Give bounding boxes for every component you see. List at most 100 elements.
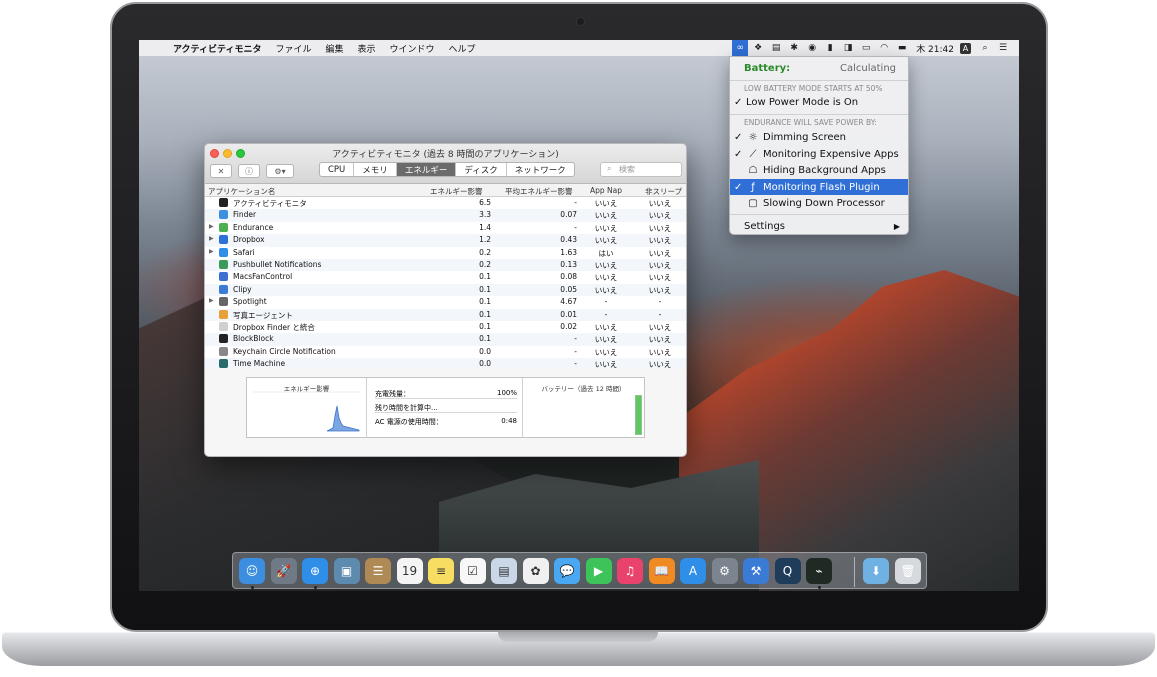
tab-network[interactable]: ネットワーク	[507, 163, 574, 176]
dimming-screen-item[interactable]: ✓ ☼ Dimming Screen	[730, 129, 908, 145]
cell-sleep: いいえ	[648, 199, 672, 208]
preview2-dock-icon[interactable]: ▤	[491, 558, 517, 584]
safari-dock-icon[interactable]: ⊕	[302, 558, 328, 584]
table-row[interactable]: ▶ Spotlight 0.1 4.67 - -	[205, 296, 686, 308]
remaining-label: 残り時間を計算中...	[375, 404, 438, 412]
chart-icon: ⟋	[749, 148, 757, 160]
inspect-process-button[interactable]: ⓘ	[238, 164, 260, 178]
table-row[interactable]: ▶ Dropbox 1.2 0.43 いいえ いいえ	[205, 234, 686, 247]
flash-icon: ƒ	[751, 181, 755, 193]
system-preferences-dock-icon[interactable]: ⚙	[711, 558, 738, 584]
contacts-dock-icon[interactable]: ☰	[365, 558, 391, 584]
column-header-app-name[interactable]: アプリケーション名	[208, 186, 275, 197]
table-row[interactable]: Pushbullet Notifications 0.2 0.13 いいえ いいえ	[205, 259, 686, 272]
app-menu-name[interactable]: アクティビティモニタ	[173, 42, 261, 55]
cell-sleep: いいえ	[648, 273, 672, 283]
menu-help[interactable]: ヘルプ	[449, 42, 476, 55]
menu-window[interactable]: ウインドウ	[390, 42, 435, 55]
cell-impact: 0.2	[479, 247, 491, 257]
search-input[interactable]: ⌕ 検索	[600, 162, 682, 177]
stop-process-button[interactable]: ✕	[210, 164, 232, 178]
action-menu-button[interactable]: ⚙▾	[266, 164, 294, 178]
search-status-icon[interactable]: ⌕	[977, 40, 993, 56]
fan-status-icon[interactable]: ✱	[786, 40, 802, 56]
column-header-avg-energy-impact[interactable]: 平均エネルギー影響	[505, 186, 573, 197]
ibooks-dock-icon[interactable]: 📖	[648, 558, 675, 584]
cell-avg: -	[574, 359, 577, 369]
table-row[interactable]: Dropbox Finder と統合 0.1 0.02 いいえ いいえ	[205, 321, 686, 333]
table-row[interactable]: BlockBlock 0.1 - いいえ いいえ	[205, 333, 686, 346]
dropbox-status-icon[interactable]: ❖	[750, 40, 766, 56]
blockblock-status-icon[interactable]: ◉	[804, 40, 820, 56]
wifi-status-icon[interactable]: ◠	[876, 40, 892, 56]
energy-summary-panel: エネルギー影響 充電残量： 100% 残り時間を計算中... AC 電源の使用時…	[246, 377, 645, 438]
messages-dock-icon[interactable]: 💬	[554, 558, 580, 584]
reminders-dock-icon[interactable]: ☑	[459, 558, 486, 584]
disclosure-triangle-icon[interactable]: ▶	[209, 235, 214, 242]
table-row[interactable]: 写真エージェント 0.1 0.01 - -	[205, 308, 686, 321]
column-header-prevent-sleep[interactable]: 非スリープ	[645, 186, 682, 197]
tab-disk[interactable]: ディスク	[456, 163, 507, 176]
tab-memory[interactable]: メモリ	[354, 163, 397, 176]
app-icon	[219, 359, 228, 369]
monitoring-expensive-apps-item[interactable]: ✓ ⟋ Monitoring Expensive Apps	[730, 146, 908, 162]
finder-dock-icon[interactable]: ☺	[239, 558, 265, 584]
cell-name: Time Machine	[233, 359, 286, 369]
launchpad-dock-icon[interactable]: 🚀	[270, 558, 297, 584]
preview-dock-icon[interactable]: ▣	[333, 558, 360, 584]
notes-dock-icon[interactable]: ≡	[428, 558, 454, 584]
facetime-dock-icon[interactable]: ▶	[585, 558, 612, 584]
cell-name: Finder	[233, 210, 257, 220]
low-power-mode-item[interactable]: ✓ Low Power Mode is On	[730, 94, 908, 110]
table-row[interactable]: Keychain Circle Notification 0.0 - いいえ いいえ	[205, 346, 686, 358]
disclosure-triangle-icon[interactable]: ▶	[209, 248, 214, 255]
menu-file[interactable]: ファイル	[275, 42, 311, 55]
table-row[interactable]: Time Machine 0.0 - いいえ いいえ	[205, 358, 686, 369]
quicktime-dock-icon[interactable]: Q	[774, 558, 801, 584]
calendar-dock-icon[interactable]: 19	[396, 558, 423, 584]
activity-monitor-dock-icon[interactable]: ⌁	[806, 558, 832, 584]
menu-view[interactable]: 表示	[358, 42, 376, 55]
tab-energy[interactable]: エネルギー	[396, 163, 457, 176]
tab-cpu[interactable]: CPU	[320, 163, 355, 176]
table-row[interactable]: Clipy 0.1 0.05 いいえ いいえ	[205, 283, 686, 297]
column-header-energy-impact[interactable]: エネルギー影響	[430, 186, 483, 197]
photos-dock-icon[interactable]: ✿	[522, 558, 549, 584]
appstore-dock-icon[interactable]: A	[680, 558, 706, 584]
clipboard-status-icon[interactable]: ▤	[768, 40, 784, 56]
app-status-icon[interactable]: ▮	[822, 40, 838, 56]
slowing-down-processor-item[interactable]: ▢ Slowing Down Processor	[730, 195, 908, 211]
table-row[interactable]: MacsFanControl 0.1 0.08 いいえ いいえ	[205, 271, 686, 283]
disclosure-triangle-icon[interactable]: ▶	[209, 297, 214, 304]
cell-nap: いいえ	[594, 360, 618, 369]
input-source-indicator[interactable]: A	[960, 42, 971, 54]
battery-status-icon[interactable]: ▬	[894, 40, 910, 56]
app-icon	[219, 198, 228, 207]
cell-name: Keychain Circle Notification	[233, 346, 336, 356]
hiding-background-apps-item[interactable]: ☖ Hiding Background Apps	[730, 162, 908, 178]
table-row[interactable]: Finder 3.3 0.07 いいえ いいえ	[205, 209, 686, 222]
menu-edit[interactable]: 編集	[326, 42, 344, 55]
column-header-app-nap[interactable]: App Nap	[590, 186, 622, 195]
itunes-dock-icon[interactable]: ♫	[617, 558, 643, 584]
xcode-dock-icon[interactable]: ⚒	[743, 558, 769, 584]
endurance-menu-icon[interactable]: ∞	[732, 40, 749, 56]
cell-name: アクティビティモニタ	[233, 199, 307, 208]
airplay-status-icon[interactable]: ▭	[858, 40, 874, 56]
table-row[interactable]: アクティビティモニタ 6.5 - いいえ いいえ	[205, 197, 686, 209]
charge-value: 100%	[496, 389, 517, 397]
trash-dock-icon[interactable]: 🗑	[895, 558, 921, 584]
pushbullet-status-icon[interactable]: ◨	[840, 40, 856, 56]
cell-nap: いいえ	[594, 261, 618, 270]
energy-graph-svg	[253, 391, 361, 432]
slowing-down-processor-label: Slowing Down Processor	[763, 197, 885, 209]
menu-clock[interactable]: 木 21:42	[916, 42, 954, 55]
disclosure-triangle-icon[interactable]: ▶	[209, 223, 214, 230]
check-icon: ✓	[734, 131, 743, 143]
table-row[interactable]: ▶ Safari 0.2 1.63 はい いいえ	[205, 247, 686, 259]
table-row[interactable]: ▶ Endurance 1.4 - いいえ いいえ	[205, 222, 686, 234]
downloads-dock-icon[interactable]: ⬇	[863, 558, 889, 584]
monitoring-flash-plugin-item[interactable]: ✓ ƒ Monitoring Flash Plugin	[730, 179, 908, 195]
notification-center-icon[interactable]: ☰	[995, 40, 1011, 56]
settings-submenu-item[interactable]: Settings ▶	[730, 218, 908, 234]
